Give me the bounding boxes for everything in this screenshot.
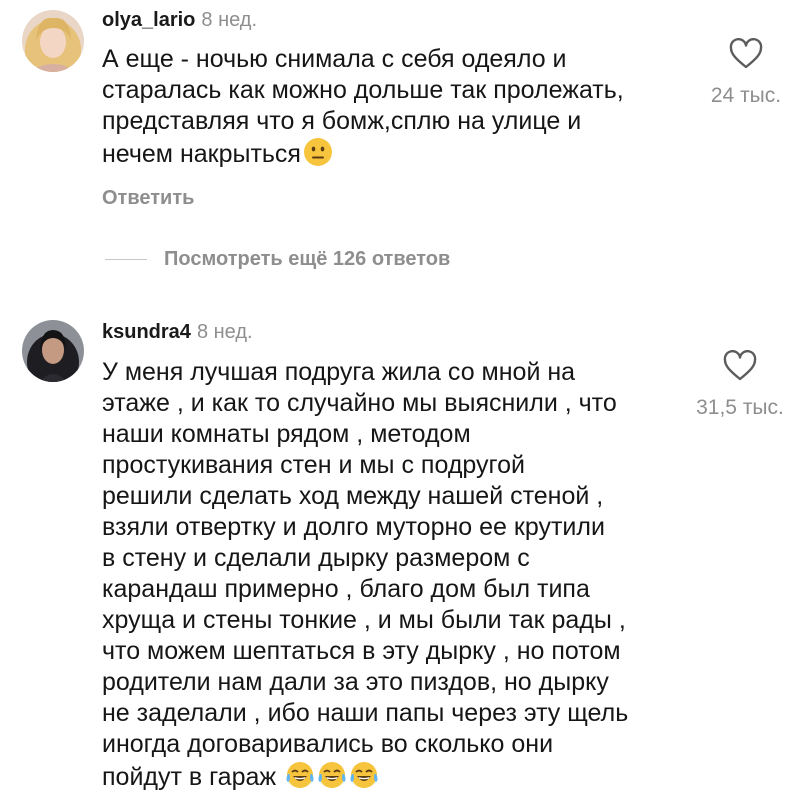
comment-meta: olya_lario 8 нед.: [102, 8, 257, 32]
comment-text: А еще - ночью снимала с себя одеяло и ст…: [102, 44, 702, 170]
avatar[interactable]: [22, 320, 84, 382]
comment: ksundra4 8 нед. У меня лучшая подруга жил…: [0, 300, 800, 796]
tears-of-joy-emoji: [349, 760, 379, 790]
divider-line: [105, 259, 147, 260]
comment-text: У меня лучшая подруга жила со мной на эт…: [102, 357, 692, 793]
username[interactable]: olya_lario: [102, 9, 195, 31]
reply-button[interactable]: Ответить: [102, 186, 194, 210]
view-replies: Посмотреть ещё 126 ответов: [0, 247, 800, 277]
tears-of-joy-emoji: [317, 760, 347, 790]
heart-icon[interactable]: [723, 350, 757, 382]
like-count: 24 тыс.: [710, 84, 782, 107]
avatar[interactable]: [22, 10, 84, 72]
comment-body: А еще - ночью снимала с себя одеяло и ст…: [102, 45, 624, 168]
neutral-face-emoji: [303, 137, 333, 167]
like-count: 31,5 тыс.: [696, 396, 784, 419]
comment-age: 8 нед.: [196, 321, 253, 343]
username[interactable]: ksundra4: [102, 321, 191, 343]
tears-of-joy-emoji: [285, 760, 315, 790]
like-control: 24 тыс.: [696, 38, 796, 108]
comment: olya_lario 8 нед. А еще - ночью снимала с…: [0, 0, 800, 230]
avatar-image: [22, 320, 84, 382]
comment-body: У меня лучшая подруга жила со мной на эт…: [102, 358, 629, 791]
comment-age: 8 нед.: [201, 9, 258, 31]
heart-icon[interactable]: [729, 38, 763, 70]
avatar-image: [22, 10, 84, 72]
like-control: 31,5 тыс.: [690, 350, 790, 420]
view-replies-button[interactable]: Посмотреть ещё 126 ответов: [164, 247, 450, 271]
comment-meta: ksundra4 8 нед.: [102, 320, 253, 344]
